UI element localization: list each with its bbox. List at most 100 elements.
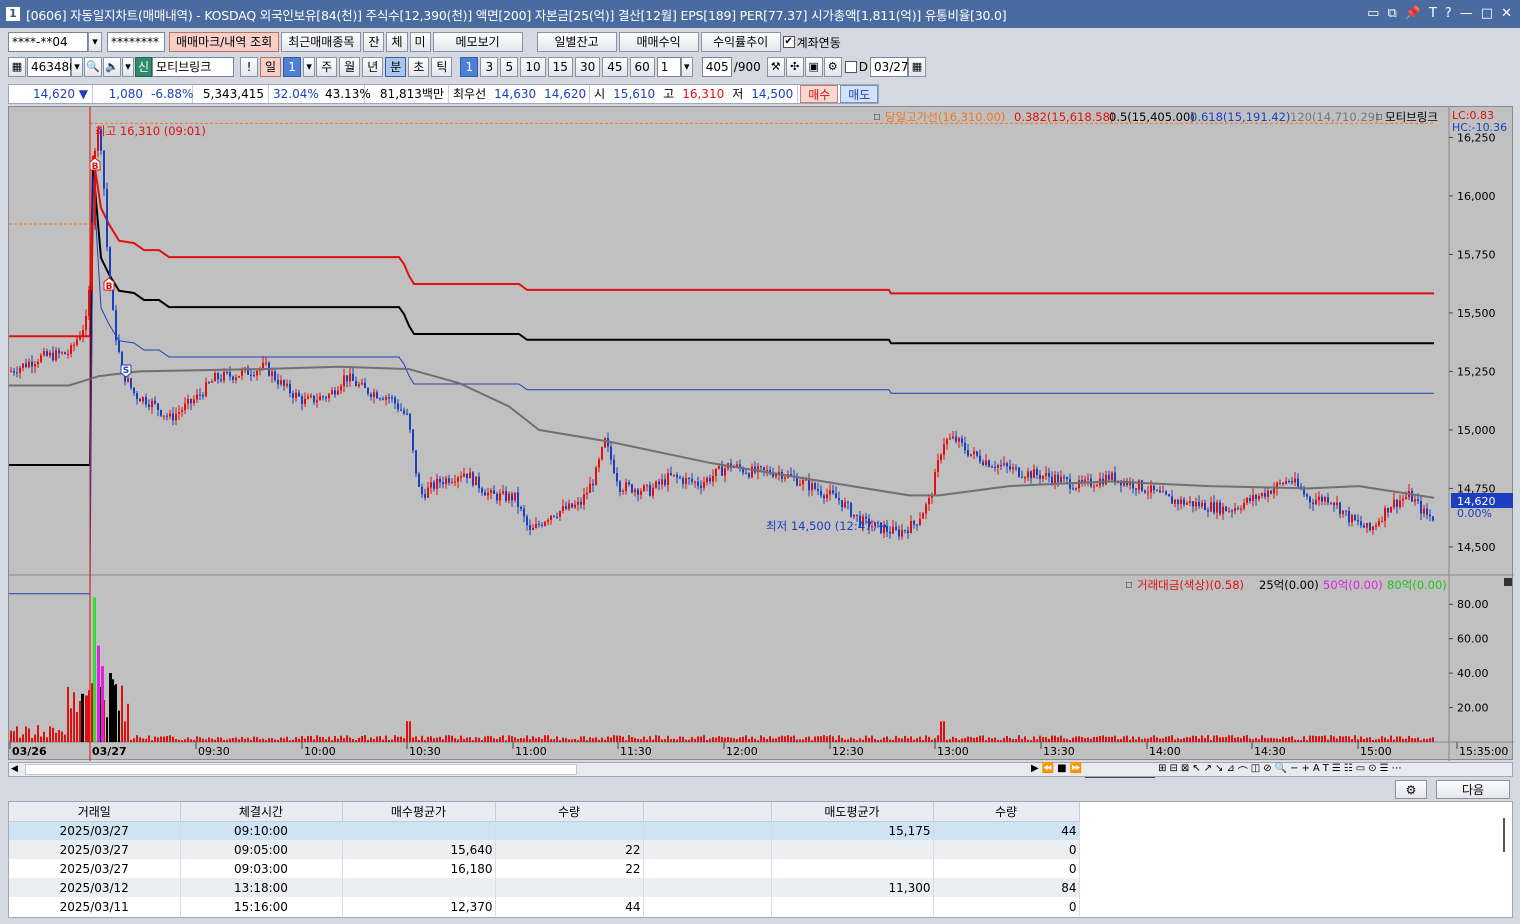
restore-icon[interactable]: ⧉ <box>1387 6 1396 21</box>
daily-balance-button[interactable]: 일별잔고 <box>536 32 617 52</box>
settings-icon[interactable]: ⚙ <box>823 57 842 77</box>
col-header-sell-qty[interactable]: 수량 <box>933 802 1080 822</box>
close-icon[interactable]: ✕ <box>1501 6 1512 21</box>
draw-tool-icon[interactable]: ⊟ <box>1169 763 1177 778</box>
draw-tool-icon[interactable]: ⌒ <box>1238 763 1248 778</box>
speaker-icon[interactable]: 🔈 <box>103 57 121 77</box>
speaker-dropdown-icon[interactable]: ▾ <box>122 57 134 77</box>
next-button[interactable]: 다음 <box>1436 780 1510 799</box>
minute-10-button[interactable]: 10 <box>520 57 546 77</box>
plus-icon[interactable]: + <box>1301 763 1309 778</box>
trend-tool-icon[interactable]: ↘ <box>1215 763 1223 778</box>
minus-icon[interactable]: − <box>1290 763 1298 778</box>
zoom-icon[interactable]: 🔍 <box>1275 763 1287 778</box>
code-dropdown-icon[interactable]: ▾ <box>71 57 83 77</box>
account-input[interactable]: ****-**04 <box>8 32 88 52</box>
period-tick-button[interactable]: 틱 <box>431 57 453 77</box>
draw-tool-icon[interactable]: ⊠ <box>1181 763 1189 778</box>
account-link-checkbox[interactable]: ✔ 계좌연동 <box>782 34 841 51</box>
sell-button[interactable]: 매도 <box>840 85 879 103</box>
checkbox-checked-icon[interactable]: ✔ <box>782 36 795 48</box>
chart-tool-icon[interactable]: ⚒ <box>766 57 785 77</box>
period-year-button[interactable]: 년 <box>362 57 384 77</box>
draw-tool-icon[interactable]: ▭ <box>1356 763 1365 778</box>
table-row[interactable]: 2025/03/27 09:10:00 15,175 44 <box>9 821 1080 840</box>
draw-tool-icon[interactable]: ⊞ <box>1158 763 1166 778</box>
help-icon[interactable]: ? <box>1445 6 1452 21</box>
unfilled-button[interactable]: 미 <box>409 32 431 52</box>
stock-search-icon[interactable]: ▦ <box>8 57 26 77</box>
interval-dropdown-icon[interactable]: ▾ <box>680 57 693 77</box>
stop-icon[interactable]: ■ <box>1057 763 1066 778</box>
password-input[interactable]: ******** <box>107 32 165 52</box>
memo-button[interactable]: 메모보기 <box>432 32 523 52</box>
save-icon[interactable]: ▣ <box>804 57 823 77</box>
trend-tool-icon[interactable]: ↗ <box>1204 763 1212 778</box>
yield-trend-button[interactable]: 수익률추이 <box>700 32 781 52</box>
rewind-icon[interactable]: ⏪ <box>1042 763 1054 778</box>
scroll-left-icon[interactable]: ◀ <box>11 764 18 774</box>
period-day-button[interactable]: 일 <box>260 57 282 77</box>
pane-close-icon[interactable] <box>1504 578 1512 586</box>
filled-button[interactable]: 체 <box>386 32 408 52</box>
chart-area[interactable]: 16,250 16,000 15,750 15,500 15,250 15,000 14,7… <box>8 106 1514 761</box>
alert-button[interactable]: ! <box>240 57 259 77</box>
draw-tool-icon[interactable]: ⊿ <box>1226 763 1234 778</box>
draw-tool-icon[interactable]: ☷ <box>1344 763 1353 778</box>
text-tool-icon[interactable]: T <box>1323 763 1329 778</box>
chart-scrollbar[interactable]: ◀ ▶ ⏪ ■ ⏩ ⊞ ⊟ ⊠ ↖ ↗ ↘ ⊿ ⌒ ◫ ⊘ 🔍 − + A T … <box>8 762 1513 778</box>
recent-trades-button[interactable]: 최근매매종목 <box>281 32 362 52</box>
trade-profit-button[interactable]: 매매수익 <box>618 32 699 52</box>
table-row[interactable]: 2025/03/12 13:18:00 11,300 84 <box>9 878 1080 897</box>
d-checkbox[interactable] <box>844 61 857 73</box>
pin-icon[interactable]: 📌 <box>1405 6 1421 21</box>
col-header-sell-avg[interactable]: 매도평균가 <box>771 802 934 822</box>
period-week-button[interactable]: 주 <box>316 57 338 77</box>
minute-30-button[interactable]: 30 <box>574 57 601 77</box>
draw-tool-icon[interactable]: ⊘ <box>1263 763 1271 778</box>
draw-tool-icon[interactable]: ⋯ <box>1392 763 1402 778</box>
minute-3-button[interactable]: 3 <box>480 57 499 77</box>
date-input[interactable]: 03/27 <box>869 57 909 77</box>
grid-settings-button[interactable]: ⚙ <box>1395 780 1427 799</box>
col-header-buy-avg[interactable]: 매수평균가 <box>342 802 496 822</box>
speed-slider[interactable] <box>1085 763 1156 778</box>
day-count-dropdown-icon[interactable]: ▾ <box>303 57 316 77</box>
col-header-buy-qty[interactable]: 수량 <box>495 802 644 822</box>
minute-45-button[interactable]: 45 <box>602 57 628 77</box>
draw-tool-icon[interactable]: ◫ <box>1251 763 1260 778</box>
trend-tool-icon[interactable]: ↖ <box>1192 763 1200 778</box>
minute-15-button[interactable]: 15 <box>547 57 573 77</box>
chart-svg[interactable]: 16,25016,00015,75015,50015,25015,00014,7… <box>9 107 1514 761</box>
period-minute-button[interactable]: 분 <box>385 57 407 77</box>
table-row[interactable]: 2025/03/11 15:16:00 12,370 44 0 <box>9 897 1080 916</box>
text-icon[interactable]: A <box>1313 763 1320 778</box>
minute-1-button[interactable]: 1 <box>460 57 479 77</box>
minute-60-button[interactable]: 60 <box>629 57 655 77</box>
trade-mark-button[interactable]: 매매마크/내역 조회 <box>169 32 280 52</box>
maximize-icon[interactable]: □ <box>1481 6 1493 21</box>
balance-button[interactable]: 잔 <box>363 32 385 52</box>
scroll-thumb[interactable] <box>25 764 577 775</box>
font-icon[interactable]: T <box>1429 6 1437 21</box>
minute-5-button[interactable]: 5 <box>500 57 519 77</box>
table-row[interactable]: 2025/03/27 09:05:00 15,640 22 0 <box>9 840 1080 859</box>
grid-scrollbar[interactable] <box>1503 818 1505 852</box>
period-second-button[interactable]: 초 <box>408 57 430 77</box>
period-day-count[interactable]: 1 <box>283 57 302 77</box>
buy-button[interactable]: 매수 <box>800 85 839 103</box>
col-header-time[interactable]: 체결시간 <box>180 802 343 822</box>
screen-icon[interactable]: ▭ <box>1367 6 1379 21</box>
forward-icon[interactable]: ⏩ <box>1070 763 1082 778</box>
crosshair-icon[interactable]: ✣ <box>785 57 804 77</box>
stock-code-input[interactable]: 463480 <box>27 57 77 77</box>
count-input[interactable]: 405 <box>701 57 732 77</box>
calendar-icon[interactable]: ▦ <box>907 57 926 77</box>
search-icon[interactable]: 🔍 <box>84 57 102 77</box>
account-dropdown-icon[interactable]: ▾ <box>88 32 102 52</box>
table-row[interactable]: 2025/03/27 09:03:00 16,180 22 0 <box>9 859 1080 878</box>
col-header-date[interactable]: 거래일 <box>9 802 181 822</box>
draw-tool-icon[interactable]: ☰ <box>1380 763 1389 778</box>
draw-tool-icon[interactable]: ⊙ <box>1368 763 1376 778</box>
minimize-icon[interactable]: — <box>1460 6 1473 21</box>
